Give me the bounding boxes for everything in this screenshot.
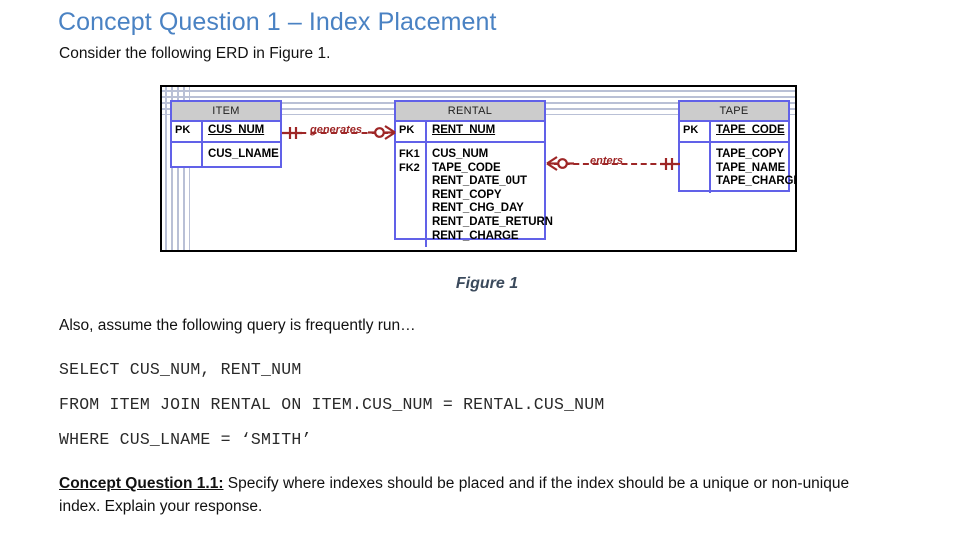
entity-rental-body: PK RENT_NUM FK1 FK2 CUS_NUM TAPE_CODE RENT_… bbox=[396, 122, 553, 248]
sql-line-from: FROM ITEM JOIN RENTAL ON ITEM.CUS_NUM = … bbox=[59, 395, 605, 414]
entity-rental-pk-key: PK bbox=[396, 122, 427, 141]
entity-rental-pk-attribute: RENT_NUM bbox=[432, 124, 496, 136]
page-title: Concept Question 1 – Index Placement bbox=[58, 8, 497, 36]
attribute-item: FK2 bbox=[399, 161, 420, 174]
entity-rental: RENTAL PK RENT_NUM FK1 FK2 CUS_NUM TAPE_CO… bbox=[394, 100, 553, 248]
entity-tape-pk-row: PK TAPE_CODE bbox=[680, 122, 788, 143]
sql-query-block: SELECT CUS_NUM, RENT_NUM FROM ITEM JOIN … bbox=[59, 352, 919, 457]
attribute-item: RENT_CHARGE bbox=[432, 229, 519, 242]
entity-tape-body: PK TAPE_CODE TAPE_COPY TAPE_NAME TAPE_CHAR… bbox=[680, 122, 795, 193]
entity-item-pk-key: PK bbox=[172, 122, 203, 141]
entity-item-pk-row: PK CUS_NUM bbox=[172, 122, 280, 143]
entity-item-title: ITEM bbox=[172, 102, 280, 122]
entity-item-body: PK CUS_NUM CUS_LNAME bbox=[172, 122, 280, 166]
entity-item: ITEM PK CUS_NUM CUS_LNAME bbox=[170, 100, 282, 168]
cardinality-one-mandatory-icon-2 bbox=[658, 155, 680, 173]
attribute-item: RENT_DATE_0UT bbox=[432, 175, 527, 188]
attribute-item: CUS_NUM bbox=[432, 148, 489, 160]
entity-tape: TAPE PK TAPE_CODE TAPE_COPY TAPE_NAME TAPE… bbox=[678, 100, 795, 193]
sql-line-where: WHERE CUS_LNAME = ‘SMITH’ bbox=[59, 430, 312, 449]
attribute-item: TAPE_CHARGE bbox=[716, 175, 797, 188]
entity-tape-pk-key: PK bbox=[680, 122, 711, 141]
relationship-generates-label: generates bbox=[310, 124, 362, 136]
attribute-item: CUS_LNAME bbox=[208, 148, 279, 160]
entity-item-pk-attribute: CUS_NUM bbox=[208, 124, 265, 136]
entity-tape-pk-attribute: TAPE_CODE bbox=[716, 124, 785, 136]
concept-question-label: Concept Question 1.1: bbox=[59, 475, 224, 492]
attribute-item: TAPE_CODE bbox=[432, 161, 501, 174]
entity-item-attribute-list: CUS_LNAME bbox=[203, 143, 280, 166]
relationship-enters-label: enters bbox=[590, 155, 624, 167]
erd-figure-container: ITEM PK CUS_NUM CUS_LNAME RENTAL PK RENT… bbox=[160, 85, 797, 252]
entity-rental-pk-row: PK RENT_NUM bbox=[396, 122, 544, 143]
entity-item-key-list bbox=[172, 143, 203, 166]
cardinality-one-mandatory-icon bbox=[282, 124, 304, 142]
attribute-item: RENT_DATE_RETURN bbox=[432, 215, 553, 228]
entity-tape-title: TAPE bbox=[680, 102, 788, 122]
entity-tape-attr-row: TAPE_COPY TAPE_NAME TAPE_CHARGE bbox=[680, 143, 795, 193]
entity-rental-attr-row: FK1 FK2 CUS_NUM TAPE_CODE RENT_DATE_0UT RENT… bbox=[396, 143, 553, 248]
figure-caption: Figure 1 bbox=[455, 275, 519, 292]
entity-tape-key-list bbox=[680, 143, 711, 193]
entity-rental-key-list: FK1 FK2 bbox=[396, 143, 427, 248]
attribute-item: RENT_COPY bbox=[432, 188, 502, 201]
entity-rental-title: RENTAL bbox=[396, 102, 544, 122]
intro-text: Consider the following ERD in Figure 1. bbox=[59, 45, 331, 62]
cardinality-zero-or-many-icon bbox=[368, 123, 396, 142]
cardinality-zero-or-many-icon-2 bbox=[546, 154, 574, 173]
entity-rental-attribute-list: CUS_NUM TAPE_CODE RENT_DATE_0UT RENT_COPY RE… bbox=[427, 143, 553, 247]
concept-question-1-1: Concept Question 1.1: Specify where inde… bbox=[59, 472, 889, 518]
attribute-item: RENT_CHG_DAY bbox=[432, 202, 524, 215]
query-intro-text: Also, assume the following query is freq… bbox=[59, 317, 416, 334]
sql-line-select: SELECT CUS_NUM, RENT_NUM bbox=[59, 360, 302, 379]
entity-tape-attribute-list: TAPE_COPY TAPE_NAME TAPE_CHARGE bbox=[711, 143, 797, 193]
attribute-item: TAPE_NAME bbox=[716, 161, 786, 174]
attribute-item: TAPE_COPY bbox=[716, 148, 784, 160]
erd-canvas: ITEM PK CUS_NUM CUS_LNAME RENTAL PK RENT… bbox=[162, 87, 795, 250]
attribute-item: FK1 bbox=[399, 148, 420, 160]
entity-item-attr-row: CUS_LNAME bbox=[172, 143, 280, 166]
